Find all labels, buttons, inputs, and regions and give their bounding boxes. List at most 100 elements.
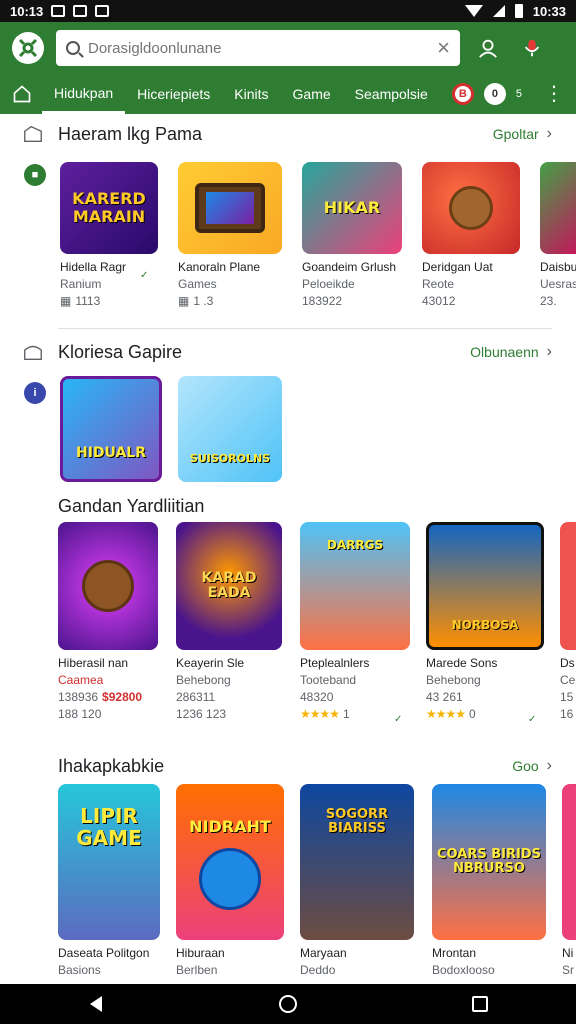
- lock-icon: ■: [24, 164, 46, 186]
- tab-kinits[interactable]: Kinits: [222, 74, 280, 114]
- back-icon: [90, 996, 102, 1012]
- home-button[interactable]: [268, 984, 308, 1024]
- app-thumbnail: [58, 522, 158, 650]
- section-more-button[interactable]: Goo ›: [512, 757, 552, 775]
- search-input[interactable]: [88, 39, 430, 57]
- mascot-icon: [198, 847, 261, 910]
- app-thumbnail: NORBOSA: [426, 522, 544, 650]
- app-card[interactable]: Ni Sr: [562, 784, 576, 977]
- app-card[interactable]: SOGORR BIARISS Maryaan Deddo: [300, 784, 414, 977]
- thumb-text: DARRGS: [326, 538, 384, 553]
- app-name: Hiburaan: [176, 946, 225, 960]
- app-name: Daseata Politgon: [58, 946, 150, 960]
- chevron-right-icon: ›: [546, 125, 552, 142]
- chevron-right-icon: ›: [546, 757, 552, 774]
- more-vert-icon[interactable]: ⋮: [544, 84, 564, 104]
- app-name: Daisbu: [540, 260, 576, 274]
- gallery-icon: [73, 5, 88, 17]
- app-thumbnail: HIDUALR: [60, 376, 162, 482]
- section-header-3: Gandan Yardliitian: [0, 488, 576, 524]
- price-old: 138936: [58, 690, 99, 704]
- app-thumbnail: [562, 784, 576, 940]
- app-category: Tooteband: [300, 673, 357, 687]
- app-card[interactable]: SUISOROLNS: [178, 376, 282, 482]
- app-thumbnail: LIPIR GAME: [58, 784, 160, 940]
- app-card[interactable]: KARERD MARAIN Hidella Ragr Ranium ▦ 1113: [60, 162, 160, 308]
- section-header-4: Ihakapkabkie Goo ›: [0, 748, 576, 784]
- app-card[interactable]: DARRGS Pteplealnlers Tooteband 48320 ★★★…: [300, 522, 410, 721]
- status-bar: 10:13 10:33: [0, 0, 576, 22]
- tab-hiceriepiets[interactable]: Hiceriepiets: [125, 74, 222, 114]
- battery-icon: [514, 4, 523, 18]
- app-downloads: 43012: [422, 294, 456, 308]
- app-card[interactable]: HIKAR Goandeim Grlush Peloeikde 183922: [302, 162, 402, 308]
- search-box[interactable]: ×: [56, 30, 460, 66]
- thumb-text: LIPIR GAME: [76, 804, 142, 850]
- app-card[interactable]: NIDRAHT Hiburaan Berlben: [176, 784, 284, 977]
- tab-game[interactable]: Game: [281, 74, 343, 114]
- rating-text: 0: [469, 707, 476, 721]
- system-nav-bar: [0, 984, 576, 1024]
- app-downloads: 43 261: [426, 690, 463, 704]
- recents-icon: [472, 996, 488, 1012]
- install-icon: ✓: [140, 270, 149, 281]
- app-category: Ce: [560, 673, 576, 687]
- account-icon[interactable]: [472, 32, 504, 64]
- app-category: Reote: [422, 277, 455, 291]
- app-rating: ★★★★ 0: [426, 707, 544, 721]
- app-card[interactable]: COARS BIRIDS NBRURSO Mrontan Bodoxlooso: [432, 784, 546, 977]
- message-icon: [95, 5, 110, 17]
- app-name: Mrontan: [432, 946, 477, 960]
- badge-text: 5: [515, 88, 522, 100]
- thumb-text: NORBOSA: [451, 618, 519, 633]
- folder-icon: [24, 125, 42, 143]
- install-icon: ✓: [528, 714, 537, 725]
- status-clock: 10:33: [532, 3, 566, 19]
- badge-red[interactable]: B: [451, 83, 474, 105]
- app-category: Berlben: [176, 963, 218, 977]
- back-button[interactable]: [76, 984, 116, 1024]
- app-card[interactable]: KARAD EADA Keayerin Sle Behebong 286311 …: [176, 522, 282, 721]
- tab-seampolsie[interactable]: Seampolsie: [343, 74, 440, 114]
- app-name: Ni: [562, 946, 574, 960]
- bear-icon: [82, 560, 134, 612]
- recents-button[interactable]: [460, 984, 500, 1024]
- app-name: Goandeim Grlush: [302, 260, 397, 274]
- wifi-icon: [464, 5, 483, 17]
- app-card[interactable]: Deridgan Uat Reote 43012: [422, 162, 520, 308]
- section-more-button[interactable]: Olbunaenn ›: [470, 343, 552, 361]
- app-name: Keayerin Sle: [176, 656, 245, 670]
- tab-hidukpan[interactable]: Hidukpan: [42, 74, 126, 114]
- thumb-text: SUISOROLNS: [189, 451, 271, 465]
- mic-icon[interactable]: [516, 32, 548, 64]
- bear-icon: [449, 186, 493, 230]
- badge-dark[interactable]: 0: [483, 83, 506, 105]
- app-category: Basions: [58, 963, 101, 977]
- app-card[interactable]: HIDUALR: [60, 376, 162, 482]
- section-more-label: Olbunaenn: [470, 344, 539, 360]
- section-more-button[interactable]: Gpoltar ›: [493, 125, 552, 143]
- app-downloads: 48320: [300, 690, 334, 704]
- divider: [58, 328, 552, 329]
- app-category: Bodoxlooso: [432, 963, 495, 977]
- section-title: Haeram lkg Pama: [58, 123, 203, 144]
- app-downloads: 23.: [540, 294, 557, 308]
- app-card[interactable]: Kanoraln Plane Games ▦ 1 .3: [178, 162, 282, 308]
- app-card[interactable]: Ds Ce 15 16: [560, 522, 576, 721]
- home-icon[interactable]: [12, 84, 42, 104]
- clear-icon[interactable]: ×: [437, 37, 450, 59]
- app-name: Pteplealnlers: [300, 656, 370, 670]
- app-card[interactable]: LIPIR GAME Daseata Politgon Basions: [58, 784, 160, 977]
- app-logo-icon[interactable]: [12, 32, 44, 64]
- thumb-text: KARAD EADA: [201, 569, 257, 601]
- section-more-label: Gpoltar: [492, 126, 539, 142]
- section-more-label: Goo: [512, 758, 539, 774]
- info-icon: i: [24, 382, 46, 404]
- app-card[interactable]: Hiberasil nan Caamea 138936 $92800 188 12…: [58, 522, 158, 721]
- app-card[interactable]: Daisbu Uesras 23.: [540, 162, 576, 308]
- section-header-1: Haeram lkg Pama Gpoltar ›: [0, 116, 576, 152]
- search-icon: [66, 41, 80, 55]
- app-downloads: 286311: [176, 690, 216, 704]
- app-card[interactable]: NORBOSA Marede Sons Behebong 43 261 ★★★★…: [426, 522, 544, 721]
- grid-icon: ▦: [178, 294, 190, 308]
